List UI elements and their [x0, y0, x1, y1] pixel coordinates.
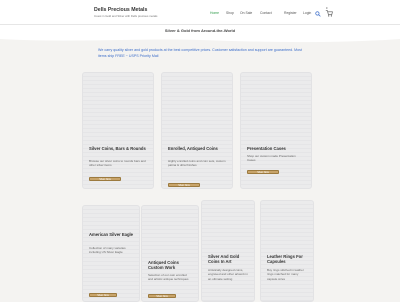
- cart-count: 0: [326, 7, 328, 10]
- card-description: Browse our silver coins to rounds bars a…: [89, 159, 146, 168]
- card-title[interactable]: Silver Coins, Bars & Rounds: [89, 146, 149, 151]
- category-card[interactable]: Silver Coins, Bars & Rounds Browse our s…: [82, 72, 154, 189]
- category-card[interactable]: Enrolled, Antiqued Coins Highly enrolled…: [161, 72, 233, 189]
- card-title[interactable]: American Silver Eagle: [89, 232, 135, 237]
- card-description: Shop our custom made Presentation Cases: [247, 154, 296, 163]
- brand[interactable]: Dells Precious Metals Invest in Gold and…: [94, 7, 157, 18]
- category-card[interactable]: Leather Rings For Capsules Buy rings sti…: [260, 200, 314, 302]
- nav-on-sale[interactable]: On Sale: [240, 11, 252, 15]
- card-description: Buy rings stitched in leather rings matc…: [267, 268, 304, 281]
- nav-home[interactable]: Home: [210, 11, 219, 15]
- card-description: Collection of many varieties including U…: [89, 246, 126, 255]
- shop-now-button[interactable]: Shop Now: [247, 170, 279, 174]
- card-title[interactable]: Presentation Cases: [247, 146, 307, 151]
- nav-contact[interactable]: Contact: [260, 11, 272, 15]
- banner-title: Silver & Gold from Around-the-World: [164, 28, 236, 33]
- brand-name[interactable]: Dells Precious Metals: [94, 7, 157, 13]
- shop-now-button[interactable]: Shop Now: [89, 293, 117, 297]
- category-card[interactable]: American Silver Eagle Collection of many…: [82, 205, 140, 302]
- card-description: Artistically designed coins, engraved an…: [208, 268, 248, 281]
- brand-tagline: Invest in Gold and Silver with Dells pre…: [94, 14, 158, 18]
- category-card[interactable]: Silver And Gold Coins In Art Artisticall…: [201, 200, 255, 302]
- card-title[interactable]: Antiqued Coins Custom Work: [148, 260, 194, 270]
- card-title[interactable]: Enrolled, Antiqued Coins: [168, 146, 228, 151]
- shop-now-button[interactable]: Shop Now: [148, 294, 176, 298]
- card-description: Highly enrolled coins and coin sets, cus…: [168, 159, 226, 168]
- cart-icon[interactable]: [325, 9, 333, 17]
- nav-register[interactable]: Register: [284, 11, 297, 15]
- shop-now-button[interactable]: Shop Now: [168, 183, 200, 187]
- nav-shop[interactable]: Shop: [226, 11, 234, 15]
- search-icon[interactable]: [315, 11, 321, 17]
- shop-now-button[interactable]: Shop Now: [89, 177, 121, 181]
- site-header: Dells Precious Metals Invest in Gold and…: [0, 0, 400, 24]
- main-nav: Home Shop On Sale Contact Register Login: [210, 11, 370, 17]
- intro-text: We carry quality silver and gold product…: [98, 48, 302, 58]
- category-card[interactable]: Antiqued Coins Custom Work Selection of …: [141, 205, 199, 302]
- wave-divider: [0, 36, 400, 43]
- nav-login[interactable]: Login: [303, 11, 311, 15]
- category-card[interactable]: Presentation Cases Shop our custom made …: [240, 72, 312, 189]
- card-description: Selection of our own enrolled and artist…: [148, 273, 189, 282]
- card-title[interactable]: Silver And Gold Coins In Art: [208, 254, 250, 264]
- card-title[interactable]: Leather Rings For Capsules: [267, 254, 309, 264]
